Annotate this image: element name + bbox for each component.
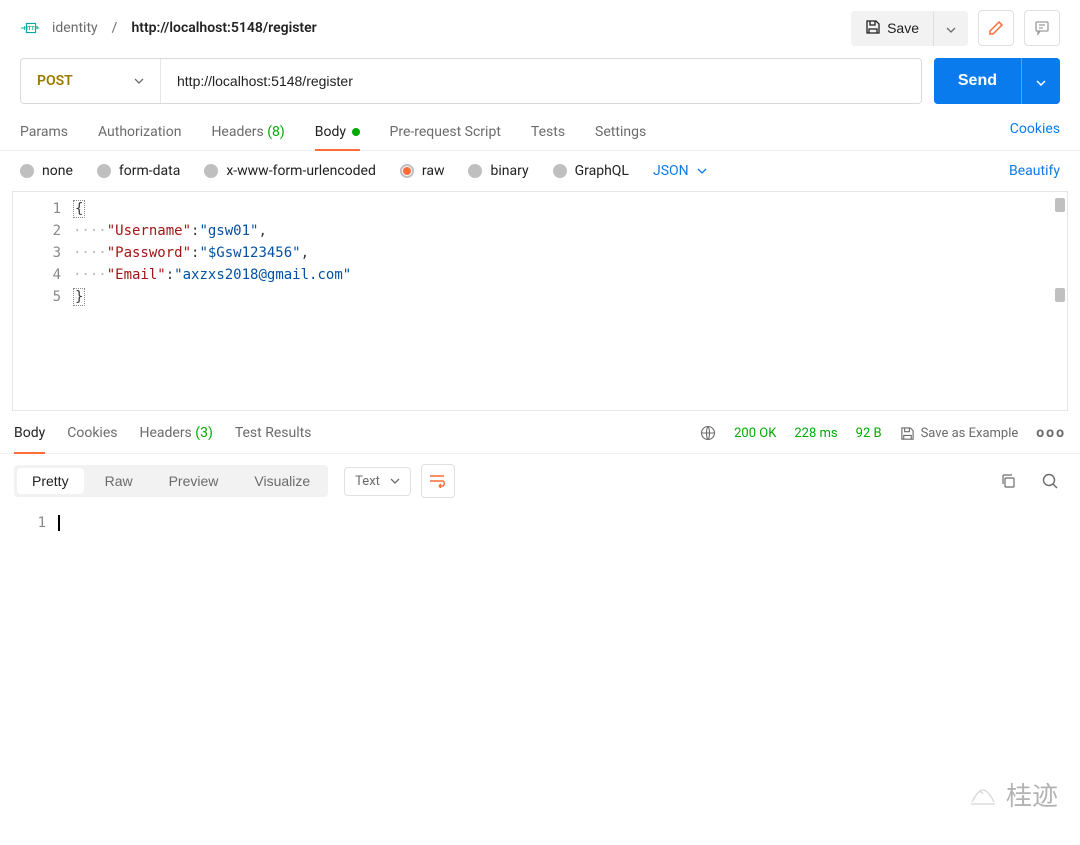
body-modified-indicator — [352, 128, 360, 136]
body-type-raw[interactable]: raw — [400, 163, 445, 179]
breadcrumb-parent[interactable]: identity — [52, 20, 98, 36]
response-tab-cookies[interactable]: Cookies — [67, 425, 117, 453]
save-icon — [865, 19, 881, 38]
response-tab-test-results[interactable]: Test Results — [235, 425, 312, 453]
method-url-group: POST — [20, 58, 922, 104]
breadcrumb: HTTP identity / http://localhost:5148/re… — [20, 20, 843, 36]
body-type-row: none form-data x-www-form-urlencoded raw… — [0, 151, 1080, 191]
response-body-editor[interactable]: 1 — [0, 508, 1080, 538]
top-actions: Save — [851, 10, 1060, 46]
status-size: 92 B — [856, 426, 882, 441]
request-tabs: Params Authorization Headers (8) Body Pr… — [0, 112, 1080, 151]
breadcrumb-separator: / — [112, 20, 118, 36]
beautify-link[interactable]: Beautify — [1009, 163, 1060, 179]
scrollbar-thumb-top[interactable] — [1055, 198, 1065, 212]
save-button[interactable]: Save — [851, 11, 933, 46]
response-content[interactable] — [58, 512, 1066, 534]
request-body-editor[interactable]: 1 2 3 4 5 { ····"Username":"gsw01", ····… — [12, 191, 1068, 411]
tab-body-label: Body — [315, 124, 346, 140]
body-type-xwww[interactable]: x-www-form-urlencoded — [204, 163, 376, 179]
tab-authorization[interactable]: Authorization — [98, 118, 181, 150]
send-button[interactable]: Send — [934, 58, 1021, 104]
body-format-select[interactable]: JSON — [653, 163, 707, 179]
http-icon: HTTP — [20, 21, 42, 35]
tab-headers-label: Headers — [211, 124, 263, 140]
edit-button[interactable] — [978, 10, 1014, 46]
tab-body[interactable]: Body — [315, 118, 360, 150]
view-visualize-button[interactable]: Visualize — [236, 465, 328, 497]
tab-prerequest[interactable]: Pre-request Script — [390, 118, 501, 150]
scrollbar-thumb-bottom[interactable] — [1055, 288, 1065, 302]
watermark: 桂迹 — [968, 776, 1058, 813]
view-raw-button[interactable]: Raw — [87, 465, 151, 497]
response-toolbar: Pretty Raw Preview Visualize Text — [0, 454, 1080, 508]
tab-headers[interactable]: Headers (8) — [211, 118, 284, 150]
response-tabs: Body Cookies Headers (3) Test Results 20… — [0, 411, 1080, 454]
tab-settings[interactable]: Settings — [595, 118, 646, 150]
response-tab-body[interactable]: Body — [14, 425, 45, 453]
response-status: 200 OK 228 ms 92 B Save as Example ooo — [700, 425, 1066, 453]
send-dropdown-button[interactable] — [1021, 58, 1060, 104]
status-code: 200 OK — [734, 426, 776, 441]
breadcrumb-current: http://localhost:5148/register — [131, 20, 316, 36]
cookies-link[interactable]: Cookies — [1010, 121, 1060, 147]
save-dropdown-button[interactable] — [933, 11, 968, 46]
radio-icon — [20, 164, 34, 178]
editor-gutter: 1 2 3 4 5 — [13, 192, 73, 410]
body-type-form-data[interactable]: form-data — [97, 163, 180, 179]
save-label: Save — [887, 20, 919, 36]
radio-icon — [204, 164, 218, 178]
send-button-group: Send — [934, 58, 1060, 104]
body-type-binary[interactable]: binary — [468, 163, 528, 179]
wrap-lines-button[interactable] — [421, 464, 455, 498]
comment-button[interactable] — [1024, 10, 1060, 46]
response-tab-headers[interactable]: Headers (3) — [139, 425, 212, 453]
radio-icon — [553, 164, 567, 178]
response-gutter: 1 — [14, 512, 58, 534]
body-type-graphql[interactable]: GraphQL — [553, 163, 629, 179]
radio-icon — [400, 164, 414, 178]
svg-text:HTTP: HTTP — [24, 26, 39, 32]
view-preview-button[interactable]: Preview — [151, 465, 237, 497]
text-cursor — [58, 515, 60, 531]
chevron-down-icon — [390, 478, 400, 484]
response-format-select[interactable]: Text — [344, 467, 411, 496]
headers-count: (8) — [267, 124, 285, 140]
view-mode-group: Pretty Raw Preview Visualize — [14, 465, 328, 497]
body-type-none[interactable]: none — [20, 163, 73, 179]
save-as-example-button[interactable]: Save as Example — [900, 426, 1019, 441]
method-select[interactable]: POST — [21, 59, 161, 103]
url-input[interactable] — [161, 59, 921, 103]
globe-icon[interactable] — [700, 425, 716, 441]
tab-tests[interactable]: Tests — [531, 118, 565, 150]
chevron-down-icon — [134, 78, 144, 84]
request-row: POST Send — [0, 58, 1080, 112]
view-pretty-button[interactable]: Pretty — [17, 468, 84, 494]
method-label: POST — [37, 73, 73, 89]
status-time: 228 ms — [794, 426, 837, 441]
radio-icon — [97, 164, 111, 178]
top-bar: HTTP identity / http://localhost:5148/re… — [0, 0, 1080, 58]
save-button-group: Save — [851, 11, 968, 46]
tab-params[interactable]: Params — [20, 118, 68, 150]
copy-response-button[interactable] — [992, 465, 1024, 497]
search-response-button[interactable] — [1034, 465, 1066, 497]
more-options-button[interactable]: ooo — [1036, 425, 1066, 441]
chevron-down-icon — [697, 168, 707, 174]
radio-icon — [468, 164, 482, 178]
editor-content[interactable]: { ····"Username":"gsw01", ····"Password"… — [73, 192, 1067, 410]
